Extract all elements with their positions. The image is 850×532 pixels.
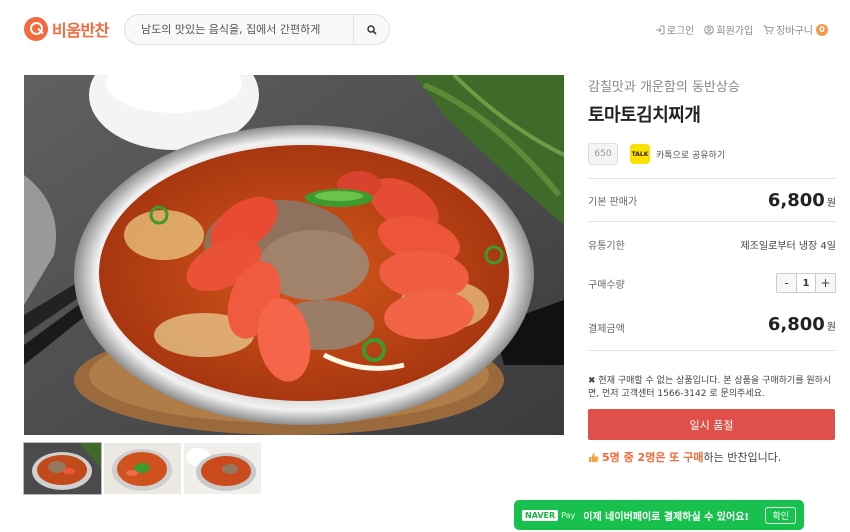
base-price-wrap: 6,800 원 <box>768 190 836 211</box>
cart-label: 장바구니 <box>776 26 813 37</box>
total-price-value: 6,800 <box>767 314 825 335</box>
search-bar <box>124 14 390 45</box>
thumbnail-image <box>24 443 101 494</box>
repurchase-suffix: 하는 반찬입니다. <box>703 451 782 464</box>
naverpay-confirm-button[interactable]: 확인 <box>765 506 796 524</box>
base-price-value: 6,800 <box>767 189 825 211</box>
product-info-panel: 감칠맛과 개운함의 동반상승 토마토김치찌개 650 TALK 카톡으로 공유하… <box>588 72 836 465</box>
divider <box>588 350 836 351</box>
product-main-image[interactable] <box>24 75 564 435</box>
login-link[interactable]: 로그인 <box>655 22 695 37</box>
thumbnail-strip <box>23 442 264 495</box>
thumbnail-image <box>104 443 181 494</box>
cart-icon <box>763 25 774 34</box>
login-icon <box>655 25 665 34</box>
cart-count-badge: 0 <box>816 23 828 36</box>
naverpay-message: 이제 네이버페이로 결제하실 수 있어요! <box>583 511 749 523</box>
shelf-life-label: 유통기한 <box>588 241 625 252</box>
soldout-button[interactable]: 일시 품절 <box>588 409 835 440</box>
quantity-value[interactable]: 1 <box>796 274 816 292</box>
user-nav: 로그인 회원가입 장바구니 0 <box>645 22 828 37</box>
total-row: 결제금액 6,800 원 <box>588 299 836 339</box>
signup-link[interactable]: 회원가입 <box>704 22 753 37</box>
currency-label: 원 <box>826 322 836 333</box>
thumbs-up-icon <box>589 452 599 462</box>
shelf-life-row: 유통기한 제조일로부터 냉장 4일 <box>588 222 836 267</box>
total-price-wrap: 6,800 원 <box>768 314 836 335</box>
notice-x-icon: ✖ <box>588 376 596 386</box>
product-title: 토마토김치찌개 <box>588 105 701 126</box>
repurchase-stat: 5명 중 2명은 또 구매 하는 반찬입니다. <box>588 449 836 465</box>
view-count: 650 <box>588 143 618 165</box>
currency-label: 원 <box>826 197 836 209</box>
purchase-notice: ✖ 현재 구매할 수 없는 상품입니다. 본 상품을 구매하기를 원하시면, 먼… <box>588 375 836 401</box>
share-row: 650 TALK 카톡으로 공유하기 <box>588 143 836 165</box>
total-label: 결제금액 <box>588 324 625 335</box>
naverpay-banner: NAVER Pay 이제 네이버페이로 결제하실 수 있어요! 확인 <box>514 500 804 530</box>
quantity-row: 구매수량 - 1 + <box>588 267 836 299</box>
product-subtitle: 감칠맛과 개운함의 동반상승 <box>588 80 740 95</box>
login-label: 로그인 <box>666 26 695 37</box>
repurchase-highlight: 5명 중 2명은 또 구매 <box>602 451 704 464</box>
naverpay-pay-label: Pay <box>561 510 576 520</box>
quantity-label: 구매수량 <box>588 279 625 291</box>
thumbnail-2[interactable] <box>104 443 181 494</box>
quantity-stepper: - 1 + <box>776 273 836 293</box>
spoon-logo-icon <box>24 17 48 41</box>
naver-badge: NAVER <box>522 509 559 521</box>
base-price-label: 기본 판매가 <box>588 196 638 208</box>
notice-text: 현재 구매할 수 없는 상품입니다. 본 상품을 구매하기를 원하시면, 먼저 … <box>588 376 832 399</box>
thumbnail-image <box>184 443 261 494</box>
search-icon <box>366 24 377 35</box>
cart-link[interactable]: 장바구니 0 <box>763 22 828 37</box>
site-logo[interactable]: 비움반찬 <box>24 17 109 41</box>
shelf-life-value: 제조일로부터 냉장 4일 <box>740 241 836 252</box>
stew-photo <box>24 75 564 435</box>
kakao-share-link[interactable]: 카톡으로 공유하기 <box>656 148 725 161</box>
quantity-decrease-button[interactable]: - <box>777 274 796 292</box>
thumbnail-3[interactable] <box>184 443 261 494</box>
kakao-talk-icon[interactable]: TALK <box>630 144 650 164</box>
thumbnail-1[interactable] <box>23 442 102 495</box>
base-price-row: 기본 판매가 6,800 원 <box>588 179 836 221</box>
logo-text: 비움반찬 <box>52 21 109 40</box>
quantity-increase-button[interactable]: + <box>816 274 835 292</box>
search-input[interactable] <box>125 15 353 44</box>
user-icon <box>704 24 715 35</box>
search-button[interactable] <box>353 15 389 44</box>
signup-label: 회원가입 <box>716 26 754 37</box>
